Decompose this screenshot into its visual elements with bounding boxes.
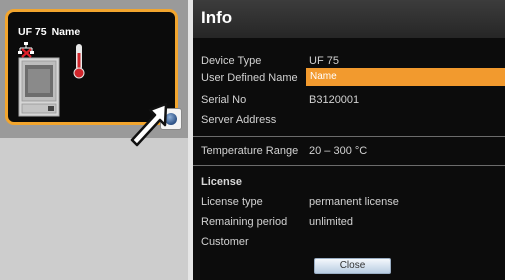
serial-no-value: B3120001 bbox=[309, 94, 360, 106]
user-defined-name-input[interactable]: Name bbox=[306, 68, 505, 86]
section-divider bbox=[193, 165, 505, 166]
customer-label: Customer bbox=[201, 236, 249, 248]
network-disconnected-icon bbox=[18, 42, 34, 58]
license-heading: License bbox=[201, 176, 242, 188]
device-model-label: UF 75 bbox=[18, 26, 47, 38]
thermometer-icon bbox=[73, 44, 85, 79]
remaining-period-value: unlimited bbox=[309, 216, 354, 228]
serial-no-label: Serial No bbox=[201, 94, 247, 106]
device-type-label: Device Type bbox=[201, 55, 262, 67]
info-header: Info bbox=[193, 0, 505, 38]
remaining-period-label: Remaining period bbox=[201, 216, 288, 228]
oven-device-icon bbox=[18, 57, 60, 117]
server-address-label: Server Address bbox=[201, 114, 277, 126]
license-type-label: License type bbox=[201, 196, 263, 208]
temperature-range-value: 20 – 300 °C bbox=[309, 145, 368, 157]
device-name-label: Name bbox=[51, 26, 81, 38]
license-type-value: permanent license bbox=[309, 196, 399, 208]
device-list-panel: UF 75 Name bbox=[0, 0, 188, 280]
temperature-range-label: Temperature Range bbox=[201, 145, 299, 157]
user-defined-name-label: User Defined Name bbox=[201, 72, 298, 84]
info-title: Info bbox=[201, 8, 233, 27]
device-type-value: UF 75 bbox=[309, 55, 339, 67]
close-button[interactable]: Close bbox=[314, 258, 391, 274]
device-tile-title: UF 75 Name bbox=[18, 26, 85, 38]
section-divider bbox=[193, 136, 505, 137]
pointer-arrow-icon bbox=[130, 102, 168, 147]
device-list-empty-area bbox=[0, 138, 188, 280]
info-panel: Info Device Type UF 75 User Defined Name… bbox=[193, 0, 505, 280]
